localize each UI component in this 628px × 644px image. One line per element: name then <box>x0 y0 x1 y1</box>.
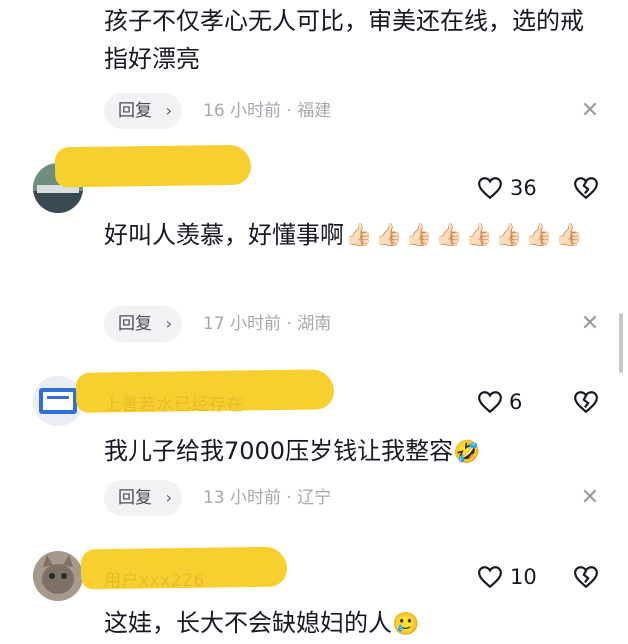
reply-button[interactable]: 回复 › <box>104 306 182 342</box>
thumbs-up-emoji: 👍🏻 <box>495 223 523 248</box>
chevron-right-icon: › <box>165 101 172 120</box>
thumbs-up-emoji: 👍🏻 <box>555 223 583 248</box>
comment-meta: 16 小时前 · 福建 <box>203 101 332 121</box>
comment-text: 这娃，长大不会缺媳妇的人🥲 <box>104 604 604 644</box>
broken-heart-icon[interactable] <box>573 564 599 590</box>
close-icon[interactable]: ✕ <box>578 99 602 123</box>
avatar[interactable] <box>33 551 83 601</box>
close-icon[interactable]: ✕ <box>578 486 602 510</box>
laughing-emoji: 🤣 <box>453 440 481 465</box>
like-count: 10 <box>510 565 537 589</box>
reply-label: 回复 <box>118 314 152 334</box>
thumbs-up-emoji: 👍🏻 <box>465 223 493 248</box>
comment-text: 好叫人羡慕，好懂事啊👍🏻 👍🏻 👍🏻 👍🏻 👍🏻 👍🏻 👍🏻 👍🏻 <box>104 216 604 255</box>
like-count: 36 <box>510 176 537 200</box>
chevron-right-icon: › <box>165 488 172 507</box>
broken-heart-icon[interactable] <box>573 175 599 201</box>
username: 用户xxx226 <box>104 571 205 591</box>
username: 上善若水已经存在 <box>104 395 244 415</box>
heart-outline-icon[interactable] <box>477 390 503 414</box>
smiling-tear-emoji: 🥲 <box>392 612 420 637</box>
broken-heart-icon[interactable] <box>573 389 599 415</box>
thumbs-up-emoji: 👍🏻 <box>375 223 403 248</box>
thumbs-up-emoji: 👍🏻 <box>405 223 433 248</box>
reply-label: 回复 <box>118 101 152 121</box>
username-redaction <box>54 144 252 188</box>
close-icon[interactable]: ✕ <box>578 312 602 336</box>
thumbs-up-emoji: 👍🏻 <box>435 223 463 248</box>
scrollbar[interactable] <box>619 313 623 373</box>
comment-meta: 17 小时前 · 湖南 <box>203 314 332 334</box>
comment-body: 好叫人羡慕，好懂事啊 <box>104 221 344 249</box>
comment-body: 我儿子给我7000压岁钱让我整容 <box>104 437 454 465</box>
reply-button[interactable]: 回复 › <box>104 93 182 129</box>
reply-label: 回复 <box>118 488 152 508</box>
heart-outline-icon[interactable] <box>477 565 503 589</box>
comment-meta: 13 小时前 · 辽宁 <box>203 488 332 508</box>
heart-outline-icon[interactable] <box>477 176 503 200</box>
comment-body: 这娃，长大不会缺媳妇的人 <box>104 609 392 637</box>
comment-text: 我儿子给我7000压岁钱让我整容🤣 <box>104 432 604 472</box>
like-count: 6 <box>509 390 523 414</box>
comment-text: 孩子不仅孝心无人可比，审美还在线，选的戒指好漂亮 <box>104 7 584 73</box>
reply-button[interactable]: 回复 › <box>104 480 182 516</box>
thumbs-up-emoji: 👍🏻 <box>345 223 373 248</box>
thumbs-up-emoji: 👍🏻 <box>525 223 553 248</box>
chevron-right-icon: › <box>165 314 172 333</box>
